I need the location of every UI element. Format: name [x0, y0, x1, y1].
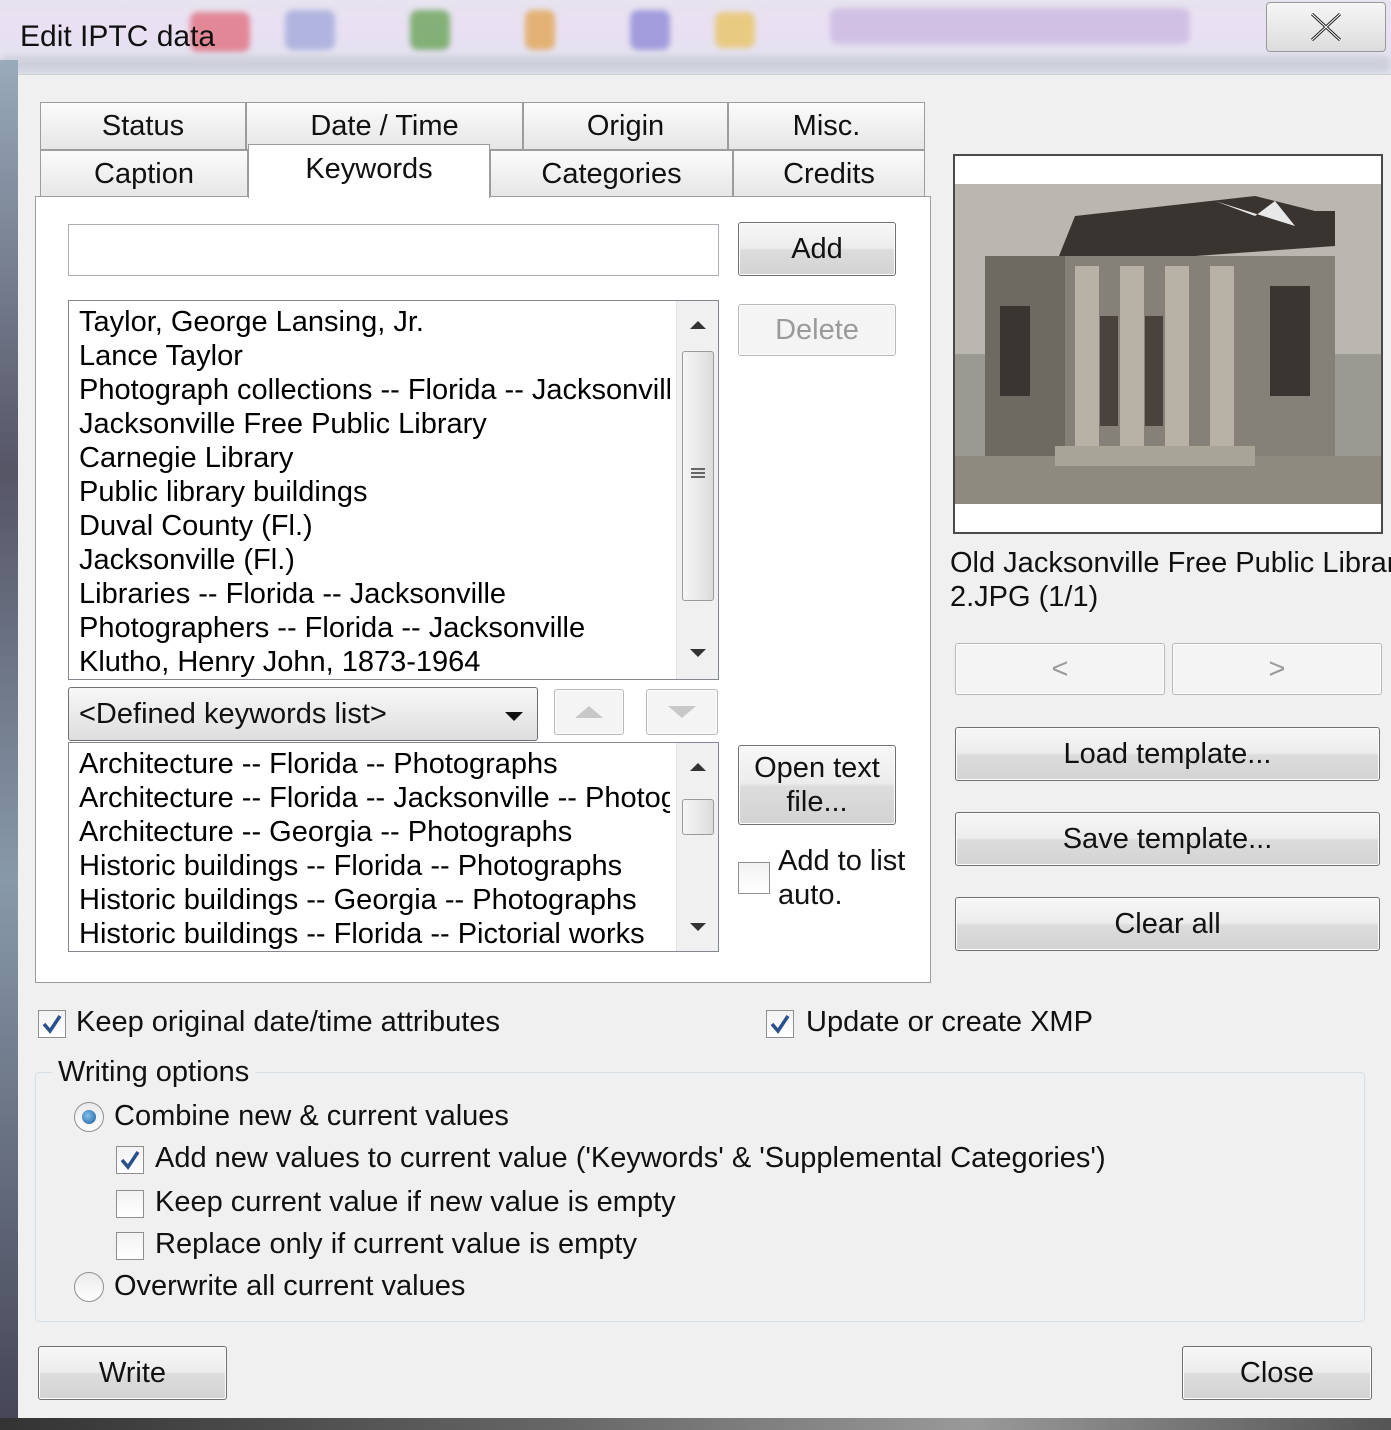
- window-close-button[interactable]: [1266, 2, 1386, 52]
- image-preview: [953, 154, 1383, 534]
- previous-image-button[interactable]: <: [955, 643, 1165, 695]
- add-to-list-auto-checkbox[interactable]: [738, 862, 770, 894]
- defined-keywords-scrollbar[interactable]: [676, 743, 718, 951]
- building-photo: [955, 156, 1381, 532]
- keywords-list[interactable]: Taylor, George Lansing, Jr. Lance Taylor…: [68, 300, 719, 680]
- tab-misc[interactable]: Misc.: [728, 102, 925, 150]
- background-bottom-edge: [0, 1418, 1391, 1430]
- list-item[interactable]: Public library buildings: [79, 475, 670, 509]
- clear-all-button[interactable]: Clear all: [955, 897, 1380, 951]
- list-item[interactable]: Jacksonville (Fl.): [79, 543, 670, 577]
- replace-only-checkbox[interactable]: [116, 1232, 144, 1260]
- scroll-down-icon[interactable]: [690, 923, 706, 931]
- update-xmp-checkbox[interactable]: [766, 1010, 794, 1038]
- move-up-button[interactable]: [554, 689, 624, 735]
- keep-current-label: Keep current value if new value is empty: [155, 1186, 676, 1218]
- add-new-values-label: Add new values to current value ('Keywor…: [155, 1142, 1106, 1174]
- checkmark-icon: [770, 1015, 790, 1034]
- list-item[interactable]: Photographers -- Florida -- Jacksonville: [79, 611, 670, 645]
- preview-filename: Old Jacksonville Free Public Library 2.J…: [950, 547, 1391, 613]
- writing-options-title: Writing options: [52, 1056, 256, 1089]
- list-item[interactable]: Historic buildings -- Florida -- Pictori…: [79, 917, 670, 951]
- defined-keywords-dropdown[interactable]: <Defined keywords list>: [68, 687, 538, 741]
- overwrite-values-label: Overwrite all current values: [114, 1270, 466, 1302]
- add-keyword-button[interactable]: Add: [738, 222, 896, 276]
- scroll-thumb[interactable]: [682, 799, 714, 835]
- checkmark-icon: [42, 1015, 62, 1034]
- arrow-down-icon: [668, 706, 696, 718]
- keyword-input[interactable]: [68, 224, 719, 276]
- background-window-edge: [0, 60, 18, 1430]
- next-image-button[interactable]: >: [1172, 643, 1382, 695]
- keywords-scrollbar[interactable]: [676, 301, 718, 679]
- save-template-button[interactable]: Save template...: [955, 812, 1380, 866]
- replace-only-label: Replace only if current value is empty: [155, 1228, 637, 1260]
- defined-keywords-list[interactable]: Architecture -- Florida -- Photographs A…: [68, 742, 719, 952]
- radio-selected-icon: [82, 1110, 96, 1124]
- open-text-file-label-line2: file...: [786, 786, 848, 818]
- load-template-button[interactable]: Load template...: [955, 727, 1380, 781]
- scroll-up-icon[interactable]: [690, 763, 706, 771]
- open-text-file-label-line1: Open text: [754, 752, 880, 784]
- list-item[interactable]: Historic buildings -- Georgia -- Photogr…: [79, 883, 670, 917]
- tab-credits[interactable]: Credits: [733, 150, 925, 198]
- arrow-up-icon: [575, 706, 603, 718]
- list-item[interactable]: Jacksonville Free Public Library: [79, 407, 670, 441]
- combine-values-radio[interactable]: [74, 1102, 104, 1132]
- tab-status[interactable]: Status: [40, 102, 246, 150]
- scroll-down-icon[interactable]: [690, 649, 706, 657]
- checkmark-icon: [120, 1151, 140, 1170]
- list-item[interactable]: Photograph collections -- Florida -- Jac…: [79, 373, 670, 407]
- list-item[interactable]: Libraries -- Florida -- Jacksonville: [79, 577, 670, 611]
- close-icon: [1310, 12, 1342, 42]
- tab-origin[interactable]: Origin: [523, 102, 728, 150]
- move-down-button[interactable]: [646, 689, 718, 735]
- list-item[interactable]: Klutho, Henry John, 1873-1964: [79, 645, 670, 679]
- keep-current-checkbox[interactable]: [116, 1190, 144, 1218]
- tab-caption[interactable]: Caption: [40, 150, 248, 198]
- close-button[interactable]: Close: [1182, 1346, 1372, 1400]
- list-item[interactable]: Architecture -- Georgia -- Photographs: [79, 815, 670, 849]
- tab-keywords[interactable]: Keywords: [248, 144, 490, 198]
- defined-keywords-selected: <Defined keywords list>: [79, 697, 387, 730]
- chevron-down-icon: [505, 712, 523, 721]
- list-item[interactable]: Duval County (Fl.): [79, 509, 670, 543]
- add-to-list-auto-label: Add to list auto.: [778, 845, 906, 911]
- update-xmp-label: Update or create XMP: [806, 1006, 1093, 1038]
- combine-values-label: Combine new & current values: [114, 1100, 509, 1132]
- tab-categories[interactable]: Categories: [490, 150, 733, 198]
- list-item[interactable]: Taylor, George Lansing, Jr.: [79, 305, 670, 339]
- scroll-up-icon[interactable]: [690, 321, 706, 329]
- write-button[interactable]: Write: [38, 1346, 227, 1400]
- list-item[interactable]: Carnegie Library: [79, 441, 670, 475]
- list-item[interactable]: Architecture -- Florida -- Photographs: [79, 747, 670, 781]
- window-title: Edit IPTC data: [20, 20, 216, 53]
- list-item[interactable]: Historic buildings -- Florida -- Photogr…: [79, 849, 670, 883]
- keep-original-datetime-checkbox[interactable]: [38, 1010, 66, 1038]
- scroll-thumb[interactable]: [682, 351, 714, 601]
- add-new-values-checkbox[interactable]: [116, 1146, 144, 1174]
- keep-original-datetime-label: Keep original date/time attributes: [76, 1006, 500, 1038]
- delete-keyword-button[interactable]: Delete: [738, 304, 896, 356]
- list-item[interactable]: Architecture -- Florida -- Jacksonville …: [79, 781, 670, 815]
- list-item[interactable]: Lance Taylor: [79, 339, 670, 373]
- overwrite-values-radio[interactable]: [74, 1272, 104, 1302]
- tab-date-time[interactable]: Date / Time: [246, 102, 523, 150]
- open-text-file-button[interactable]: Open text file...: [738, 745, 896, 825]
